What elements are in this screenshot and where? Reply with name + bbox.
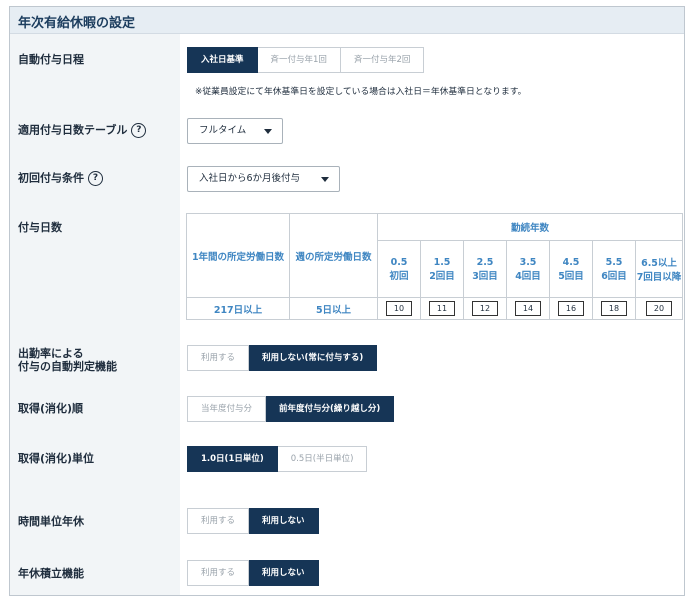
accumulation-option-use[interactable]: 利用する bbox=[187, 560, 250, 586]
year-col-5: 4.5 5回目 bbox=[549, 240, 593, 298]
grant-cell-5: 16 bbox=[549, 297, 593, 320]
auto-judge-label: 出勤率による 付与の自動判定機能 bbox=[18, 347, 117, 373]
accumulation-option-not-use[interactable]: 利用しない bbox=[249, 560, 319, 586]
consume-unit-toggle: 1.0日(1日単位) 0.5日(半日単位) bbox=[187, 446, 368, 472]
help-icon[interactable]: ? bbox=[131, 123, 147, 138]
first-grant-value: 入社日から6か月後付与 bbox=[199, 173, 301, 184]
table-select-label: 適用付与日数テーブル bbox=[18, 123, 128, 137]
grant-days-table: 1年間の所定労働日数 週の所定労働日数 勤続年数 0.5 初回 1.5 2回目 2.… bbox=[186, 213, 683, 320]
table-select-label-row: 適用付与日数テーブル? bbox=[18, 123, 147, 138]
consume-unit-label: 取得(消化)単位 bbox=[18, 452, 95, 465]
chevron-down-icon bbox=[264, 129, 272, 134]
grant-days-input[interactable]: 12 bbox=[472, 301, 498, 316]
grant-cell-1: 10 bbox=[377, 297, 421, 320]
grant-days-input[interactable]: 11 bbox=[429, 301, 455, 316]
first-grant-dropdown[interactable]: 入社日から6か月後付与 bbox=[187, 166, 340, 192]
hourly-leave-option-not-use[interactable]: 利用しない bbox=[249, 508, 319, 534]
header-annual-days: 1年間の所定労働日数 bbox=[186, 213, 290, 298]
auto-judge-option-not-use[interactable]: 利用しない(常に付与する) bbox=[249, 345, 378, 371]
schedule-label: 自動付与日程 bbox=[18, 53, 84, 66]
first-grant-label-row: 初回付与条件? bbox=[18, 171, 103, 186]
schedule-option-once-year[interactable]: 斉一付与年1回 bbox=[257, 47, 341, 73]
title-bar: 年次有給休暇の設定 bbox=[10, 7, 684, 34]
auto-judge-label-line2: 付与の自動判定機能 bbox=[18, 360, 117, 373]
year-col-6: 5.5 6回目 bbox=[592, 240, 636, 298]
schedule-note: ※従業員設定にて年休基準日を設定している場合は入社日＝年休基準日となります。 bbox=[195, 87, 527, 97]
auto-judge-toggle: 利用する 利用しない(常に付与する) bbox=[187, 345, 378, 371]
label-column bbox=[10, 34, 180, 595]
grant-days-input[interactable]: 10 bbox=[386, 301, 412, 316]
schedule-option-twice-year[interactable]: 斉一付与年2回 bbox=[340, 47, 425, 73]
year-col-3: 2.5 3回目 bbox=[463, 240, 507, 298]
hourly-leave-option-use[interactable]: 利用する bbox=[187, 508, 250, 534]
consume-order-label: 取得(消化)順 bbox=[18, 402, 84, 415]
consume-unit-option-half-day[interactable]: 0.5日(半日単位) bbox=[277, 446, 368, 472]
annual-days-value: 217日以上 bbox=[186, 297, 290, 320]
grant-days-input[interactable]: 16 bbox=[558, 301, 584, 316]
consume-order-option-previous[interactable]: 前年度付与分(繰り越し分) bbox=[266, 396, 395, 422]
year-col-2: 1.5 2回目 bbox=[420, 240, 464, 298]
hourly-leave-label: 時間単位年休 bbox=[18, 515, 84, 528]
consume-order-toggle: 当年度付与分 前年度付与分(繰り越し分) bbox=[187, 396, 395, 422]
grant-cell-6: 18 bbox=[592, 297, 636, 320]
year-col-1: 0.5 初回 bbox=[377, 240, 421, 298]
auto-judge-option-use[interactable]: 利用する bbox=[187, 345, 250, 371]
weekly-days-value: 5日以上 bbox=[289, 297, 378, 320]
table-select-dropdown[interactable]: フルタイム bbox=[187, 118, 283, 144]
accumulation-label: 年休積立機能 bbox=[18, 567, 84, 580]
chevron-down-icon bbox=[321, 177, 329, 182]
page-title: 年次有給休暇の設定 bbox=[18, 16, 136, 31]
grant-cell-3: 12 bbox=[463, 297, 507, 320]
grant-days-input[interactable]: 18 bbox=[601, 301, 627, 316]
schedule-toggle: 入社日基準 斉一付与年1回 斉一付与年2回 bbox=[187, 47, 425, 73]
table-select-value: フルタイム bbox=[199, 125, 247, 136]
schedule-option-hire-date[interactable]: 入社日基準 bbox=[187, 47, 258, 73]
grant-days-input[interactable]: 20 bbox=[646, 301, 672, 316]
grant-days-input[interactable]: 14 bbox=[515, 301, 541, 316]
help-icon[interactable]: ? bbox=[88, 171, 103, 186]
year-col-4: 3.5 4回目 bbox=[506, 240, 550, 298]
year-col-7: 6.5以上 7回目以降 bbox=[635, 240, 683, 298]
hourly-leave-toggle: 利用する 利用しない bbox=[187, 508, 319, 534]
header-weekly-days: 週の所定労働日数 bbox=[289, 213, 378, 298]
header-years: 勤続年数 bbox=[377, 213, 683, 241]
settings-panel: 年次有給休暇の設定 自動付与日程 入社日基準 斉一付与年1回 斉一付与年2回 ※… bbox=[9, 6, 685, 596]
first-grant-label: 初回付与条件 bbox=[18, 171, 84, 185]
grant-days-label: 付与日数 bbox=[18, 221, 62, 234]
grant-cell-2: 11 bbox=[420, 297, 464, 320]
consume-order-option-current[interactable]: 当年度付与分 bbox=[187, 396, 267, 422]
consume-unit-option-full-day[interactable]: 1.0日(1日単位) bbox=[187, 446, 278, 472]
accumulation-toggle: 利用する 利用しない bbox=[187, 560, 319, 586]
grant-cell-7: 20 bbox=[635, 297, 683, 320]
grant-cell-4: 14 bbox=[506, 297, 550, 320]
auto-judge-label-line1: 出勤率による bbox=[18, 347, 84, 360]
